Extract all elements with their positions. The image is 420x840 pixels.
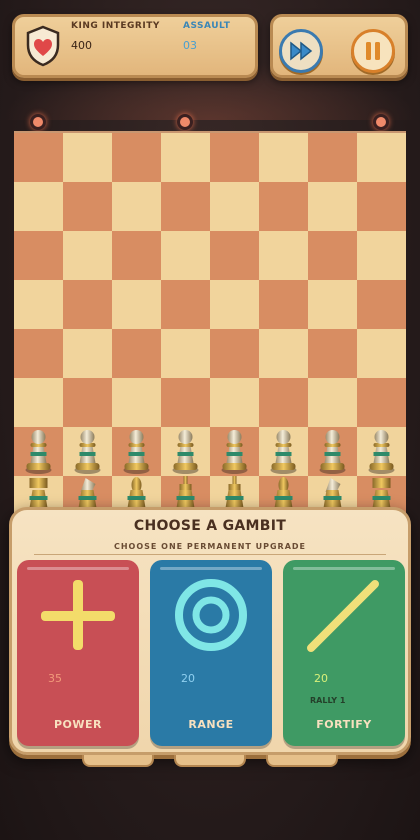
board-square[interactable] [308, 231, 357, 280]
slash-icon [307, 580, 379, 652]
board-square[interactable] [308, 329, 357, 378]
gambit-modal: CHOOSE A GAMBIT CHOOSE ONE PERMANENT UPG… [9, 507, 411, 755]
board-square[interactable] [63, 231, 112, 280]
board-square[interactable] [308, 182, 357, 231]
target-icon [175, 579, 247, 651]
board-square[interactable] [357, 231, 406, 280]
power-value: 35 [48, 672, 62, 685]
bottom-tab-left [82, 755, 154, 767]
pause-button[interactable] [351, 29, 395, 73]
rail-light-center [177, 114, 193, 130]
gambit-card-fortify[interactable]: 20 RALLY 1 FORTIFY [283, 560, 405, 746]
board-square[interactable] [63, 280, 112, 329]
board-square[interactable] [308, 427, 357, 476]
board-square[interactable] [210, 427, 259, 476]
board-square[interactable] [112, 231, 161, 280]
board-square[interactable] [14, 133, 63, 182]
board-square[interactable] [14, 231, 63, 280]
fortify-value: 20 [314, 672, 328, 685]
board-square[interactable] [161, 427, 210, 476]
board-square[interactable] [259, 231, 308, 280]
board-square[interactable] [14, 182, 63, 231]
board-square[interactable] [357, 133, 406, 182]
board-square[interactable] [308, 280, 357, 329]
board-square[interactable] [161, 378, 210, 427]
rail-light-right [373, 114, 389, 130]
board-square[interactable] [308, 133, 357, 182]
board-square[interactable] [210, 280, 259, 329]
board-square[interactable] [112, 427, 161, 476]
fast-forward-icon [290, 41, 313, 61]
board-square[interactable] [357, 280, 406, 329]
board-square[interactable] [357, 329, 406, 378]
board-square[interactable] [14, 378, 63, 427]
board-square[interactable] [112, 133, 161, 182]
board-square[interactable] [161, 231, 210, 280]
range-value: 20 [181, 672, 195, 685]
board-square[interactable] [63, 329, 112, 378]
board-square[interactable] [357, 378, 406, 427]
pause-icon [366, 42, 380, 60]
fortify-label: FORTIFY [316, 718, 372, 731]
board-square[interactable] [14, 280, 63, 329]
bottom-tab-center [174, 755, 246, 767]
assault-value: 03 [183, 39, 197, 52]
plus-icon [41, 580, 115, 650]
modal-divider [34, 554, 386, 555]
gambit-subtitle: CHOOSE ONE PERMANENT UPGRADE [113, 542, 307, 551]
range-label: RANGE [188, 718, 234, 731]
board-square[interactable] [112, 280, 161, 329]
board-square[interactable] [308, 378, 357, 427]
board-square[interactable] [259, 133, 308, 182]
board-square[interactable] [63, 182, 112, 231]
chess-board[interactable] [14, 131, 406, 525]
bottom-tab-right [266, 755, 338, 767]
king-integrity-value: 400 [71, 39, 92, 52]
board-square[interactable] [210, 378, 259, 427]
board-square[interactable] [112, 378, 161, 427]
board-square[interactable] [161, 182, 210, 231]
board-square[interactable] [357, 427, 406, 476]
board-square[interactable] [14, 329, 63, 378]
king-status-panel: KING INTEGRITY 400 ASSAULT 03 [12, 14, 258, 78]
board-square[interactable] [112, 182, 161, 231]
gambit-title: CHOOSE A GAMBIT [133, 518, 287, 534]
board-square[interactable] [14, 427, 63, 476]
board-square[interactable] [259, 427, 308, 476]
power-label: POWER [53, 718, 103, 731]
fortify-extra: RALLY 1 [310, 696, 346, 705]
board-square[interactable] [357, 182, 406, 231]
board-square[interactable] [210, 133, 259, 182]
board-square[interactable] [210, 329, 259, 378]
board-square[interactable] [63, 133, 112, 182]
board-square[interactable] [161, 133, 210, 182]
gambit-card-range[interactable]: 20 RANGE [150, 560, 272, 746]
rail-light-left [30, 114, 46, 130]
board-square[interactable] [259, 182, 308, 231]
board-square[interactable] [259, 378, 308, 427]
board-square[interactable] [63, 378, 112, 427]
board-square[interactable] [161, 329, 210, 378]
king-integrity-label: KING INTEGRITY [71, 21, 160, 31]
board-square[interactable] [259, 280, 308, 329]
controls-panel [270, 14, 408, 78]
heart-shield-icon [26, 25, 60, 67]
board-square[interactable] [112, 329, 161, 378]
board-square[interactable] [210, 182, 259, 231]
board-square[interactable] [210, 231, 259, 280]
assault-label: ASSAULT [183, 21, 231, 31]
fast-forward-button[interactable] [279, 29, 323, 73]
board-square[interactable] [259, 329, 308, 378]
board-square[interactable] [161, 280, 210, 329]
gambit-card-power[interactable]: 35 POWER [17, 560, 139, 746]
board-square[interactable] [63, 427, 112, 476]
